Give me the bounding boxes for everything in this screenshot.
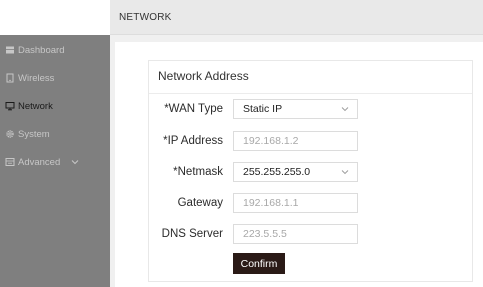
chevron-down-icon[interactable] <box>71 158 79 166</box>
sidebar-item-system[interactable]: System <box>5 126 50 142</box>
sidebar: Dashboard Wireless Network System Advanc… <box>0 35 110 287</box>
top-bar: NETWORK <box>110 0 483 35</box>
page-title: NETWORK <box>119 12 172 23</box>
dashboard-icon <box>6 46 14 54</box>
logo-area <box>0 0 110 35</box>
chevron-down-icon <box>341 170 349 175</box>
sidebar-item-network[interactable]: Network <box>5 98 53 114</box>
sidebar-item-label: Wireless <box>18 72 55 84</box>
section-divider <box>149 93 472 94</box>
sidebar-item-advanced[interactable]: Advanced <box>5 154 79 170</box>
confirm-button[interactable]: Confirm <box>233 253 285 274</box>
sidebar-item-label: Network <box>18 100 53 112</box>
wan-type-select[interactable]: Static IP <box>233 99 358 119</box>
sidebar-item-label: Dashboard <box>18 44 65 56</box>
sidebar-item-label: System <box>18 128 50 140</box>
netmask-select[interactable]: 255.255.255.0 <box>233 162 358 182</box>
sidebar-item-dashboard[interactable]: Dashboard <box>5 42 64 58</box>
network-icon <box>5 102 15 111</box>
section-title: Network Address <box>158 69 249 83</box>
dns-server-input[interactable] <box>233 224 358 244</box>
wireless-icon <box>6 73 14 83</box>
advanced-icon <box>5 158 15 166</box>
wan-type-value: Static IP <box>243 103 283 115</box>
netmask-value: 255.255.255.0 <box>243 166 311 178</box>
sidebar-item-wireless[interactable]: Wireless <box>5 70 54 86</box>
chevron-down-icon <box>341 107 349 112</box>
sidebar-item-label: Advanced <box>18 156 61 168</box>
ip-address-input[interactable] <box>233 131 358 151</box>
gateway-input[interactable] <box>233 193 358 213</box>
gear-icon <box>6 130 14 138</box>
